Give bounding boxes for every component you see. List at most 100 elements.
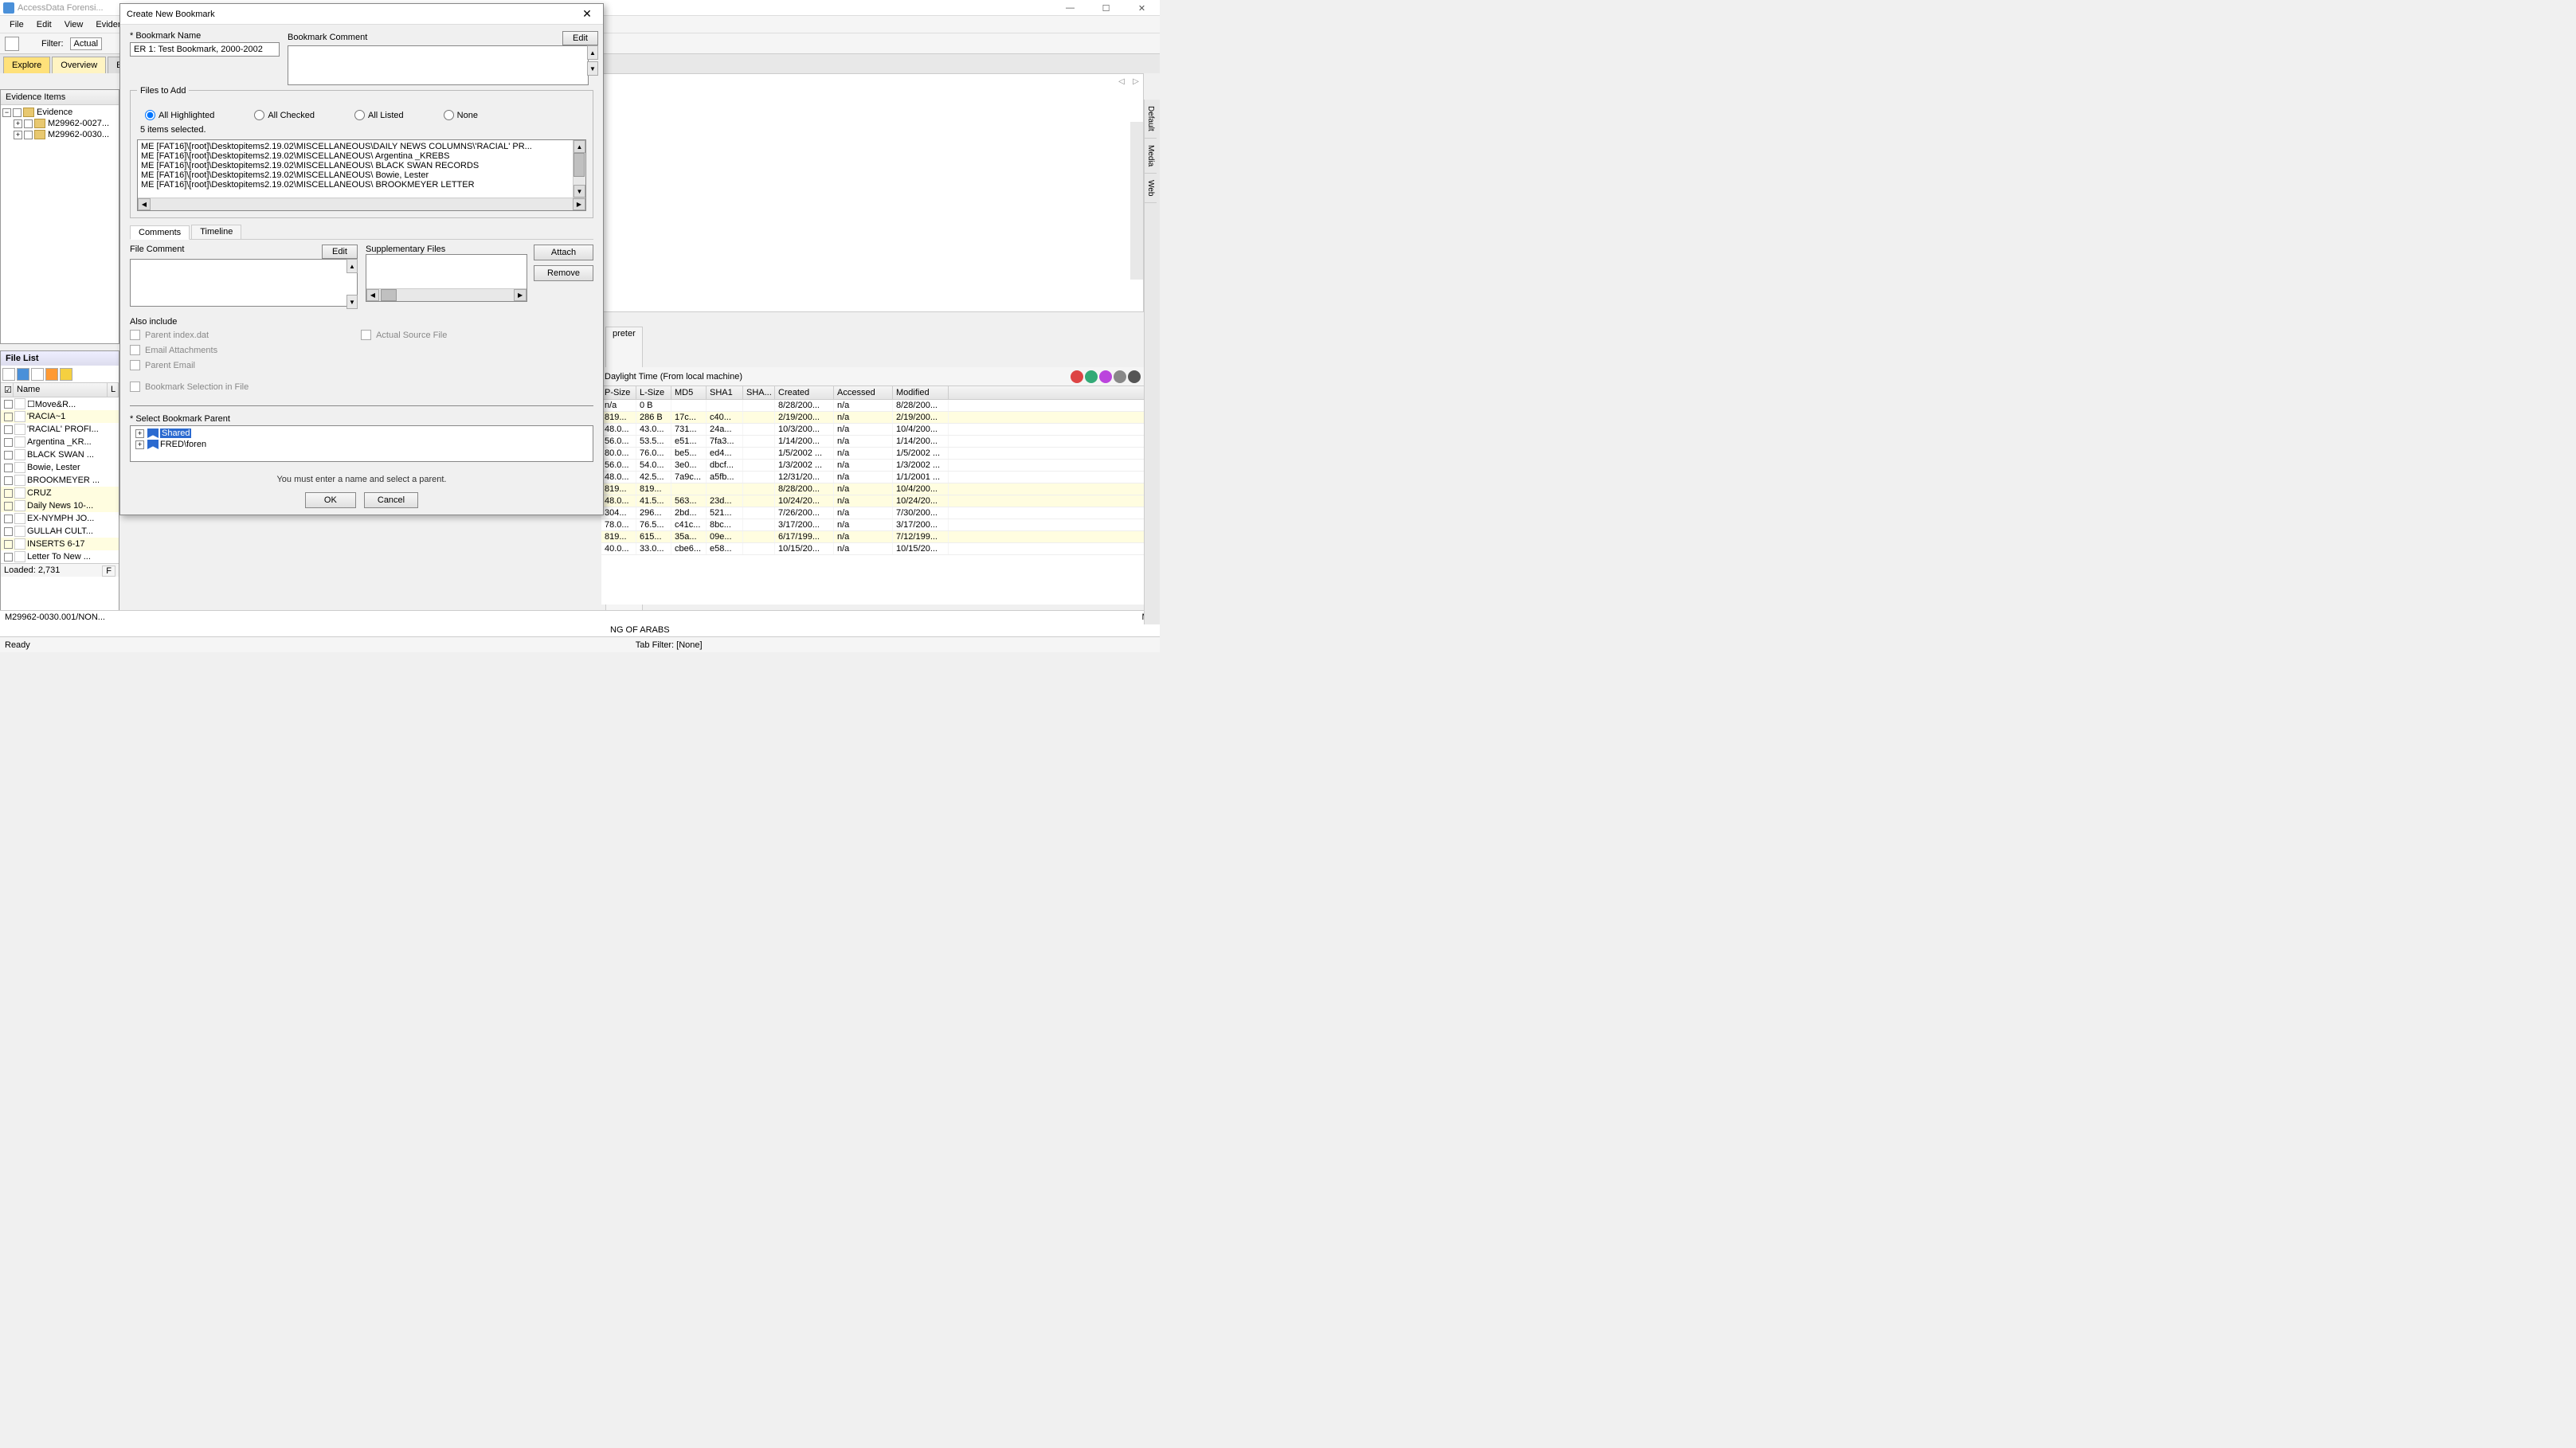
toolbar-button[interactable] <box>31 368 44 381</box>
scroll-right-icon[interactable]: ▶ <box>514 289 527 301</box>
list-item[interactable]: CRUZ <box>1 487 119 499</box>
minimize-button[interactable]: — <box>1052 0 1088 16</box>
table-row[interactable]: 48.0...42.5...7a9c...a5fb...12/31/20...n… <box>601 472 1144 483</box>
prev-icon[interactable]: ◁ <box>1116 76 1127 87</box>
expand-icon[interactable]: + <box>14 119 22 128</box>
filter-select[interactable]: Actual <box>70 37 103 50</box>
grid-delete-icon[interactable] <box>1114 370 1126 383</box>
scroll-thumb[interactable] <box>574 153 585 177</box>
checkbox[interactable] <box>24 119 33 128</box>
table-row[interactable]: 48.0...41.5...563...23d...10/24/20...n/a… <box>601 495 1144 507</box>
tree-child[interactable]: + M29962-0030... <box>2 129 117 140</box>
radio-all-highlighted[interactable]: All Highlighted <box>145 110 214 120</box>
horizontal-scrollbar[interactable]: ◀ ▶ <box>366 288 527 301</box>
viewer-scrollbar[interactable] <box>1130 122 1143 280</box>
menu-view[interactable]: View <box>58 18 90 31</box>
list-item[interactable]: ME [FAT16]\[root]\Desktopitems2.19.02\MI… <box>139 180 584 190</box>
checkbox[interactable] <box>4 451 13 460</box>
checkbox[interactable] <box>4 515 13 523</box>
col-sha2[interactable]: SHA... <box>743 386 775 399</box>
checkbox[interactable] <box>4 540 13 549</box>
vertical-scrollbar[interactable]: ▲ ▼ <box>573 140 585 198</box>
table-row[interactable]: 819...615...35a...09e...6/17/199...n/a7/… <box>601 531 1144 543</box>
toolbar-button[interactable] <box>2 368 15 381</box>
file-comment-input[interactable] <box>130 259 358 307</box>
checkbox[interactable] <box>4 413 13 421</box>
checkbox[interactable] <box>4 438 13 447</box>
check-column[interactable]: ☑ <box>1 383 14 397</box>
parent-tree[interactable]: + Shared + FRED\foren <box>130 425 593 462</box>
parent-shared[interactable]: + Shared <box>132 428 591 439</box>
table-row[interactable]: 78.0...76.5...c41c...8bc...3/17/200...n/… <box>601 519 1144 531</box>
bookmark-comment-input[interactable] <box>288 45 589 85</box>
horizontal-scrollbar[interactable]: ◀ ▶ <box>138 198 585 210</box>
spin-up-icon[interactable]: ▲ <box>587 45 598 60</box>
checkbox[interactable] <box>4 527 13 536</box>
table-row[interactable]: 819...286 B17c...c40...2/19/200...n/a2/1… <box>601 412 1144 424</box>
list-item[interactable]: ☐Move&R... <box>1 397 119 410</box>
list-item[interactable]: EX-NYMPH JO... <box>1 512 119 525</box>
next-icon[interactable]: ▷ <box>1130 76 1141 87</box>
table-row[interactable]: 56.0...53.5...e51...7fa3...1/14/200...n/… <box>601 436 1144 448</box>
list-item[interactable]: Bowie, Lester <box>1 461 119 474</box>
chk-email-attachments[interactable]: Email Attachments <box>130 345 217 355</box>
scroll-down-icon[interactable]: ▼ <box>574 185 585 198</box>
close-button[interactable]: ✕ <box>1124 0 1160 16</box>
radio-all-checked[interactable]: All Checked <box>254 110 315 120</box>
ok-button[interactable]: OK <box>305 492 356 508</box>
table-row[interactable]: 80.0...76.0...be5...ed4...1/5/2002 ...n/… <box>601 448 1144 460</box>
checkbox[interactable] <box>4 476 13 485</box>
edit-comment-button[interactable]: Edit <box>562 31 598 45</box>
col-md5[interactable]: MD5 <box>671 386 707 399</box>
expand-icon[interactable]: + <box>135 429 144 438</box>
spin-down-icon[interactable]: ▼ <box>346 295 358 309</box>
spin-down-icon[interactable]: ▼ <box>587 61 598 76</box>
toolbar-button[interactable] <box>5 37 19 51</box>
checkbox[interactable] <box>24 131 33 139</box>
dock-default[interactable]: Default <box>1145 100 1157 139</box>
chk-parent-email[interactable]: Parent Email <box>130 360 217 370</box>
selection-in-file-input[interactable] <box>130 392 593 406</box>
scroll-right-icon[interactable]: ▶ <box>573 198 585 210</box>
toolbar-button[interactable] <box>45 368 58 381</box>
col-modified[interactable]: Modified <box>893 386 949 399</box>
tree-child[interactable]: + M29962-0027... <box>2 118 117 129</box>
checkbox[interactable] <box>13 108 22 117</box>
grid-action-icon[interactable] <box>1099 370 1112 383</box>
tab-overview[interactable]: Overview <box>52 57 106 73</box>
list-item[interactable]: BLACK SWAN ... <box>1 448 119 461</box>
attach-button[interactable]: Attach <box>534 245 593 260</box>
dock-web[interactable]: Web <box>1145 174 1157 203</box>
tab-comments[interactable]: Comments <box>130 225 190 240</box>
chk-actual-source[interactable]: Actual Source File <box>361 330 447 340</box>
radio-none[interactable]: None <box>444 110 478 120</box>
remove-button[interactable]: Remove <box>534 265 593 281</box>
files-listbox[interactable]: ME [FAT16]\[root]\Desktopitems2.19.02\MI… <box>137 139 586 211</box>
list-item[interactable]: 'RACIAL' PROFI... <box>1 423 119 436</box>
col-accessed[interactable]: Accessed <box>834 386 893 399</box>
tab-timeline[interactable]: Timeline <box>191 225 241 239</box>
menu-file[interactable]: File <box>3 18 30 31</box>
chk-parent-index[interactable]: Parent index.dat <box>130 330 217 340</box>
edit-file-comment-button[interactable]: Edit <box>322 245 358 259</box>
bookmark-name-input[interactable] <box>130 42 280 57</box>
col-lsize[interactable]: L-Size <box>636 386 671 399</box>
scroll-left-icon[interactable]: ◀ <box>138 198 151 210</box>
table-row[interactable]: 304...296...2bd...521...7/26/200...n/a7/… <box>601 507 1144 519</box>
grid-action-icon[interactable] <box>1085 370 1098 383</box>
list-item[interactable]: 'RACIA~1 <box>1 410 119 423</box>
collapse-icon[interactable]: − <box>2 108 11 117</box>
table-row[interactable]: 56.0...54.0...3e0...dbcf...1/3/2002 ...n… <box>601 460 1144 472</box>
checkbox[interactable] <box>4 425 13 434</box>
supp-files-list[interactable]: ◀ ▶ <box>366 254 527 302</box>
parent-fred[interactable]: + FRED\foren <box>132 439 591 450</box>
chk-bookmark-selection[interactable]: Bookmark Selection in File <box>130 382 593 392</box>
checkbox[interactable] <box>4 464 13 472</box>
dialog-close-button[interactable]: ✕ <box>577 6 597 22</box>
list-item[interactable]: ME [FAT16]\[root]\Desktopitems2.19.02\MI… <box>139 170 584 180</box>
checkbox[interactable] <box>4 502 13 511</box>
l-column[interactable]: L <box>108 383 119 397</box>
grid-body[interactable]: n/a0 B8/28/200...n/a8/28/200...819...286… <box>601 400 1144 555</box>
col-created[interactable]: Created <box>775 386 834 399</box>
list-item[interactable]: ME [FAT16]\[root]\Desktopitems2.19.02\MI… <box>139 151 584 161</box>
